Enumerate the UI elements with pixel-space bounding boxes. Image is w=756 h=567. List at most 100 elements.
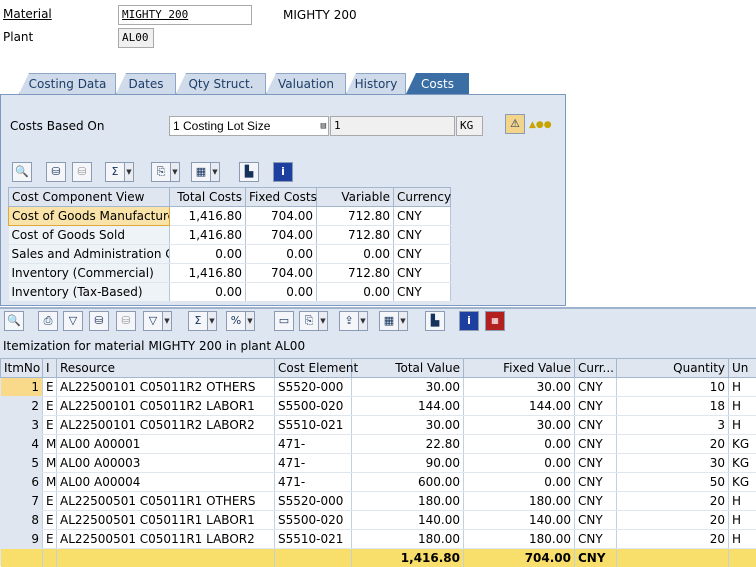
details-icon[interactable]: 🔍 (4, 311, 24, 331)
col-header-item-no[interactable]: ItmNo (1, 359, 43, 378)
subtotal-icon[interactable]: % (226, 311, 246, 331)
tab-valuation[interactable]: Valuation (266, 73, 346, 94)
table-row[interactable]: 9 E AL22500501 C05011R1 LABOR2 S5510-021… (1, 530, 756, 549)
find-next-icon[interactable]: ⛁ (72, 162, 92, 182)
item-no-cell[interactable]: 9 (1, 530, 43, 549)
cost-view-cell[interactable]: Cost of Goods Sold (9, 226, 170, 245)
table-row[interactable]: 2 E AL22500101 C05011R2 LABOR1 S5500-020… (1, 397, 756, 416)
currency-cell: CNY (575, 473, 617, 492)
col-header-total-costs[interactable]: Total Costs (170, 188, 246, 207)
cost-element-cell: S5510-021 (275, 416, 352, 435)
costs-based-on-select[interactable]: 1 Costing Lot Size ▤ (169, 116, 329, 136)
col-header-total-value[interactable]: Total Value (352, 359, 464, 378)
material-description: MIGHTY 200 (283, 8, 357, 22)
table-row[interactable]: Inventory (Tax-Based) 0.00 0.00 0.00 CNY (9, 283, 451, 302)
find-icon[interactable]: ⛁ (89, 311, 109, 331)
tab-costing-data[interactable]: Costing Data (19, 73, 116, 94)
cost-view-cell[interactable]: Inventory (Commercial) (9, 264, 170, 283)
table-row[interactable]: 3 E AL22500101 C05011R2 LABOR2 S5510-021… (1, 416, 756, 435)
details-icon[interactable]: 🔍 (12, 162, 32, 182)
table-row[interactable]: 1 E AL22500101 C05011R2 OTHERS S5520-000… (1, 378, 756, 397)
graphic-icon[interactable]: ▙ (425, 311, 445, 331)
item-no-cell[interactable]: 3 (1, 416, 43, 435)
item-no-cell[interactable]: 1 (1, 378, 43, 397)
print-icon[interactable]: ⎙ (38, 311, 58, 331)
col-header-cost-element[interactable]: Cost Element (275, 359, 352, 378)
item-category-cell: E (43, 397, 57, 416)
layout-icon[interactable]: ▦ (191, 162, 211, 182)
col-header-fixed-value[interactable]: Fixed Value (464, 359, 575, 378)
col-header-resource[interactable]: Resource (57, 359, 275, 378)
col-header-variable[interactable]: Variable (317, 188, 394, 207)
col-header-unit[interactable]: Un (729, 359, 756, 378)
export-dropdown-icon[interactable]: ▼ (171, 162, 180, 182)
dropdown-icon[interactable]: ▤ (321, 117, 326, 135)
filter-dropdown-icon[interactable]: ▼ (163, 311, 172, 331)
tab-history[interactable]: History (346, 73, 406, 94)
print-preview-icon[interactable]: ▭ (274, 311, 294, 331)
tab-qty-struct[interactable]: Qty Struct. (176, 73, 266, 94)
table-row[interactable]: 8 E AL22500501 C05011R1 LABOR1 S5500-020… (1, 511, 756, 530)
table-row[interactable]: 7 E AL22500501 C05011R1 OTHERS S5520-000… (1, 492, 756, 511)
export-icon[interactable]: ⎘ (151, 162, 171, 182)
tab-costs[interactable]: Costs (406, 73, 469, 94)
layout-icon[interactable]: ▦ (379, 311, 399, 331)
table-row[interactable]: 6 M AL00 A00004 471- 600.00 0.00 CNY 50 … (1, 473, 756, 492)
table-row[interactable]: Cost of Goods Sold 1,416.80 704.00 712.8… (9, 226, 451, 245)
set-filter-icon[interactable]: ▽ (143, 311, 163, 331)
tab-dates[interactable]: Dates (116, 73, 176, 94)
splitter[interactable] (0, 307, 756, 309)
col-header-quantity[interactable]: Quantity (617, 359, 729, 378)
col-header-cost-component-view[interactable]: Cost Component View (9, 188, 170, 207)
costs-based-on-value: 1 Costing Lot Size (173, 119, 270, 133)
total-value-sum: 1,416.80 (352, 549, 464, 567)
quantity-cell: 20 (617, 435, 729, 454)
fixed-value-sum: 704.00 (464, 549, 575, 567)
table-row[interactable]: Inventory (Commercial) 1,416.80 704.00 7… (9, 264, 451, 283)
fixed-value-cell: 180.00 (464, 530, 575, 549)
info-icon[interactable]: i (459, 311, 479, 331)
subtotal-dropdown-icon[interactable]: ▼ (246, 311, 255, 331)
cost-view-cell[interactable]: Cost of Goods Manufactured (9, 207, 170, 226)
item-no-cell[interactable]: 8 (1, 511, 43, 530)
item-no-cell[interactable]: 2 (1, 397, 43, 416)
cost-estimate-status-icon[interactable]: ⚠ (505, 114, 525, 134)
cost-view-cell[interactable]: Sales and Administration Cos (9, 245, 170, 264)
itemization-title: Itemization for material MIGHTY 200 in p… (3, 339, 305, 353)
send-icon[interactable]: ⇪ (339, 311, 359, 331)
col-header-fixed-costs[interactable]: Fixed Costs (246, 188, 317, 207)
material-input[interactable]: MIGHTY 200 (118, 5, 252, 25)
plant-input[interactable]: AL00 (118, 28, 154, 48)
quantity-cell: 20 (617, 492, 729, 511)
total-icon[interactable]: Σ (188, 311, 208, 331)
find-icon[interactable]: ⛁ (46, 162, 66, 182)
item-no-cell[interactable]: 6 (1, 473, 43, 492)
table-row[interactable]: 5 M AL00 A00003 471- 90.00 0.00 CNY 30 K… (1, 454, 756, 473)
total-dropdown-icon[interactable]: ▼ (208, 311, 217, 331)
total-dropdown-icon[interactable]: ▼ (125, 162, 134, 182)
item-no-cell[interactable]: 5 (1, 454, 43, 473)
table-row[interactable]: Cost of Goods Manufactured 1,416.80 704.… (9, 207, 451, 226)
col-header-item-category[interactable]: I (43, 359, 57, 378)
export-icon[interactable]: ⎘ (299, 311, 319, 331)
table-row[interactable]: 4 M AL00 A00001 471- 22.80 0.00 CNY 20 K… (1, 435, 756, 454)
item-no-cell[interactable]: 4 (1, 435, 43, 454)
table-row[interactable]: Sales and Administration Cos 0.00 0.00 0… (9, 245, 451, 264)
col-header-currency[interactable]: Curr... (575, 359, 617, 378)
graphic-icon[interactable]: ▙ (239, 162, 259, 182)
variable-cost-cell: 0.00 (317, 245, 394, 264)
col-header-currency[interactable]: Currency (394, 188, 451, 207)
find-next-icon[interactable]: ⛁ (116, 311, 136, 331)
filter-icon[interactable]: ▽ (63, 311, 83, 331)
send-dropdown-icon[interactable]: ▼ (359, 311, 368, 331)
cost-view-cell[interactable]: Inventory (Tax-Based) (9, 283, 170, 302)
item-no-cell[interactable]: 7 (1, 492, 43, 511)
info-icon[interactable]: i (273, 162, 293, 182)
layout-dropdown-icon[interactable]: ▼ (399, 311, 408, 331)
export-dropdown-icon[interactable]: ▼ (319, 311, 328, 331)
total-icon[interactable]: Σ (105, 162, 125, 182)
layout-dropdown-icon[interactable]: ▼ (211, 162, 220, 182)
abc-analysis-icon[interactable]: ▦ (485, 311, 505, 331)
currency-cell: CNY (394, 245, 451, 264)
plant-label: Plant (3, 30, 33, 44)
